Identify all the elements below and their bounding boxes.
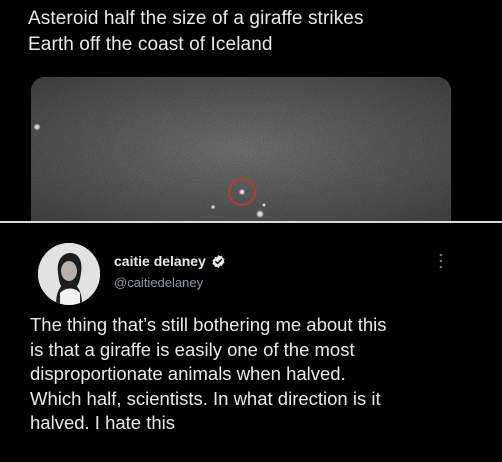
author-name-row[interactable]: caitie delaney (114, 253, 226, 269)
news-headline: Asteroid half the size of a giraffe stri… (28, 6, 488, 58)
tweet-line-1: The thing that’s still bothering me abou… (30, 314, 387, 335)
verified-badge-icon (211, 254, 226, 269)
headline-line-1: Asteroid half the size of a giraffe stri… (28, 8, 364, 29)
avatar[interactable] (38, 243, 100, 305)
tweet-body: The thing that’s still bothering me abou… (30, 313, 490, 436)
star-dot (210, 204, 216, 210)
asteroid-photo (31, 77, 451, 221)
star-dot (256, 210, 264, 218)
tweet-card[interactable]: caitie delaney @caitiedelaney The thing … (0, 223, 502, 462)
tweet-line-2: is that a giraffe is easily one of the m… (30, 338, 355, 360)
handle[interactable]: @caitiedelaney (114, 275, 203, 290)
display-name[interactable]: caitie delaney (114, 253, 206, 269)
tweet-line-5: halved. I hate this (30, 412, 176, 433)
star-dot (33, 123, 41, 131)
star-dot (262, 203, 266, 207)
asteroid-dot (238, 188, 246, 196)
headline-line-2: Earth off the coast of Iceland (28, 34, 273, 55)
more-options-icon[interactable] (436, 251, 446, 271)
tweet-line-4: Which half, scientists. In what directio… (30, 387, 381, 409)
tweet-line-3: disproportionate animals when halved. (30, 363, 346, 384)
